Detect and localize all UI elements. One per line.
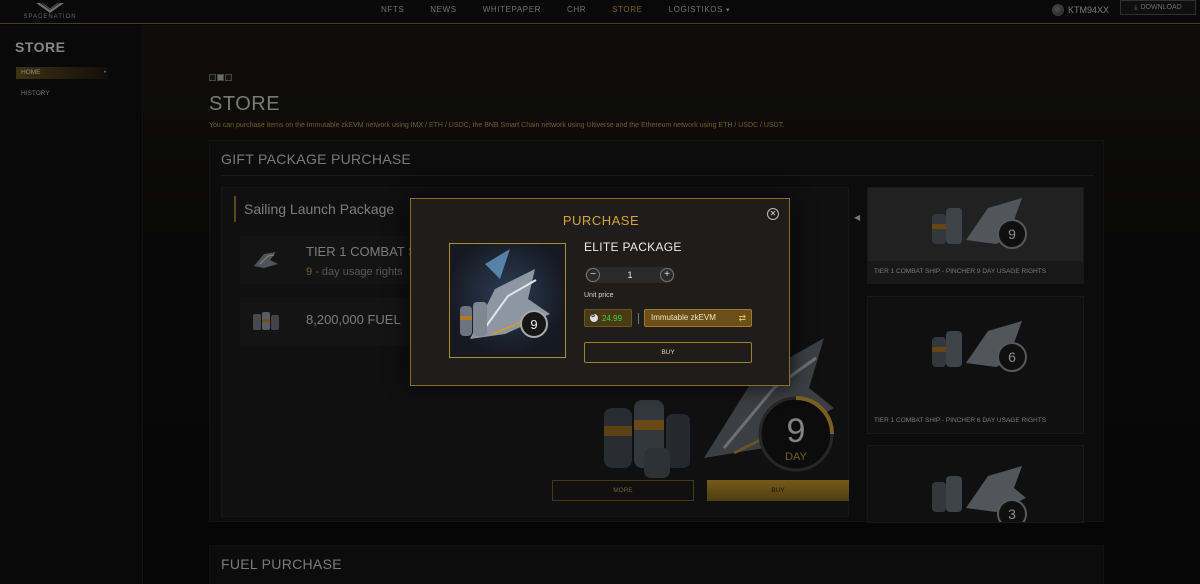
network-label: Immutable zkEVM (651, 313, 716, 322)
package-item-title: 8,200,000 FUEL (306, 312, 401, 327)
combat-ship-icon (254, 252, 278, 268)
package-item-subtitle: 9 - day usage rights (306, 266, 403, 278)
chevron-left-icon[interactable]: ◀ (854, 213, 860, 222)
divider (638, 313, 639, 324)
fuel-section-title: FUEL PURCHASE (221, 556, 342, 572)
elite-package-art: 9 (460, 249, 550, 339)
page-title: STORE (209, 93, 281, 115)
quantity-stepper: − + (585, 267, 675, 283)
page-dot[interactable] (225, 74, 232, 81)
buy-button[interactable]: BUY (707, 480, 849, 501)
buy-button[interactable]: BUY (584, 342, 752, 363)
page-dot[interactable] (217, 74, 224, 81)
nav-whitepaper[interactable]: WHITEPAPER (470, 0, 554, 24)
side-package-card[interactable]: 6 TIER 1 COMBAT SHIP - PINCHER 6 DAY USA… (867, 296, 1084, 434)
quantity-input[interactable] (605, 267, 655, 283)
combat-ship-image: 6 (932, 321, 1027, 372)
username: KTM94XX (1068, 5, 1110, 15)
chevron-down-icon: ▾ (726, 7, 731, 14)
package-name: Sailing Launch Package (234, 196, 394, 222)
side-card-label: TIER 1 COMBAT SHIP - PINCHER 6 DAY USAGE… (874, 417, 1047, 424)
fuel-purchase-panel: FUEL PURCHASE (209, 545, 1104, 584)
hero-day-unit: DAY (785, 451, 807, 463)
modal-title: PURCHASE (562, 213, 640, 228)
decrement-button[interactable]: − (586, 268, 600, 282)
gift-section-title: GIFT PACKAGE PURCHASE (221, 151, 412, 167)
main-nav: NFTS NEWS WHITEPAPER CHR STORE LOGISTIKO… (368, 0, 743, 24)
price-chip: 24.99 (584, 309, 632, 327)
purchase-modal: PURCHASE ✕ 9 ELITE PACKAGE − + Unit pric… (410, 198, 790, 386)
usage-days: 9 (306, 266, 313, 278)
page-dot[interactable] (209, 74, 216, 81)
side-card-label: TIER 1 COMBAT SHIP - PINCHER 9 DAY USAGE… (874, 268, 1047, 275)
side-package-card[interactable]: 9 TIER 1 COMBAT SHIP - PINCHER 9 DAY USA… (867, 187, 1084, 284)
close-icon[interactable]: ✕ (767, 208, 779, 220)
usage-days-badge: 6 (1008, 349, 1016, 365)
package-item-title: TIER 1 COMBAT S (306, 244, 417, 259)
breadcrumb (209, 74, 232, 81)
sidebar-title: STORE (15, 39, 66, 55)
sidebar-item-label: HOME (21, 69, 41, 76)
nav-nfts[interactable]: NFTS (368, 0, 417, 24)
spacenation-logo[interactable]: SPACENATION (22, 2, 78, 22)
nav-logistikos-label: LOGISTIKOS (668, 5, 724, 14)
swap-icon: ⇄ (738, 313, 746, 323)
item-name: ELITE PACKAGE (584, 240, 682, 254)
package-image: 9 (449, 243, 566, 358)
price-value: 24.99 (602, 313, 623, 323)
download-icon: ⤓ (1134, 3, 1138, 11)
user-menu[interactable]: KTM94XX (1052, 0, 1109, 20)
bullet-icon: • (103, 70, 106, 76)
more-button[interactable]: MORE (552, 480, 694, 501)
page-description: You can purchase items on the Immutable … (209, 122, 785, 129)
divider (221, 175, 1094, 176)
combat-ship-image: 9 (932, 198, 1027, 249)
increment-button[interactable]: + (660, 268, 674, 282)
hero-day-number: 9 (787, 412, 806, 450)
sidebar-item-history[interactable]: HISTORY (21, 90, 50, 97)
sidebar: STORE HOME • HISTORY (0, 25, 143, 584)
download-label: DOWNLOAD (1140, 4, 1182, 11)
usage-rights-text: - day usage rights (315, 266, 403, 278)
network-select[interactable]: Immutable zkEVM ⇄ (644, 309, 752, 327)
usage-days-badge: 3 (1008, 506, 1016, 522)
usage-days-badge: 9 (1008, 226, 1016, 242)
download-button[interactable]: ⤓ DOWNLOAD (1120, 0, 1196, 15)
usage-days-badge: 9 (530, 317, 537, 332)
fuel-canister-icon (253, 312, 279, 330)
nav-news[interactable]: NEWS (417, 0, 469, 24)
unit-price-label: Unit price (584, 292, 614, 299)
logo-text: SPACENATION (23, 14, 77, 20)
nav-chr[interactable]: CHR (554, 0, 599, 24)
top-navbar: SPACENATION NFTS NEWS WHITEPAPER CHR STO… (0, 0, 1200, 24)
side-package-card[interactable]: 3 (867, 445, 1084, 523)
avatar (1052, 4, 1064, 16)
nav-logistikos[interactable]: LOGISTIKOS ▾ (656, 0, 744, 24)
nav-store[interactable]: STORE (599, 0, 655, 24)
sidebar-item-home[interactable]: HOME • (16, 67, 108, 79)
combat-ship-image: 3 (932, 466, 1027, 522)
coin-icon (590, 312, 598, 322)
